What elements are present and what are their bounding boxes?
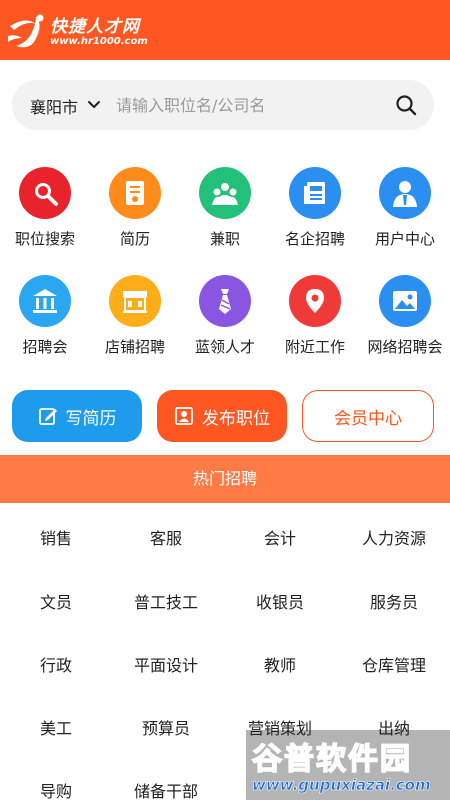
storefront-icon — [109, 275, 161, 327]
document-icon — [109, 167, 161, 219]
job-tag[interactable]: 预算员 — [110, 715, 222, 739]
watermark-url: www.gupuxiazai.com — [252, 776, 431, 795]
grid-item-blue-collar[interactable]: 蓝领人才 — [180, 258, 270, 358]
grid-item-shop-recruit[interactable]: 店铺招聘 — [90, 258, 180, 358]
job-tag[interactable]: 会计 — [224, 525, 336, 549]
magnifier-icon — [19, 167, 71, 219]
image-icon — [379, 275, 431, 327]
grid-item-label: 名企招聘 — [284, 230, 345, 248]
hot-jobs-header: 热门招聘 — [0, 455, 450, 503]
job-tag[interactable]: 行政 — [0, 652, 112, 676]
grid-item-label: 兼职 — [209, 230, 240, 248]
grid-item-label: 店铺招聘 — [104, 338, 165, 356]
job-tag[interactable]: 文员 — [0, 589, 112, 613]
job-tag[interactable]: 储备干部 — [110, 778, 222, 800]
grid-item-job-search[interactable]: 职位搜索 — [0, 150, 90, 250]
write-resume-button[interactable]: 写简历 — [12, 390, 142, 442]
grid-item-user-center[interactable]: 用户中心 — [360, 150, 450, 250]
grid-item-part-time[interactable]: 兼职 — [180, 150, 270, 250]
grid-item-nearby-jobs[interactable]: 附近工作 — [270, 258, 360, 358]
member-center-button[interactable]: 会员中心 — [302, 390, 434, 442]
job-tag[interactable]: 平面设计 — [110, 652, 222, 676]
job-tag[interactable]: 教师 — [224, 652, 336, 676]
grid-item-label: 简历 — [119, 230, 150, 248]
edit-icon — [38, 408, 57, 425]
city-selector[interactable]: 襄阳市 — [30, 94, 78, 118]
search-input[interactable] — [116, 91, 386, 119]
building-icon — [19, 275, 71, 327]
location-pin-icon — [289, 275, 341, 327]
grid-item-label: 附近工作 — [284, 338, 345, 356]
job-tag[interactable]: 收银员 — [224, 589, 336, 613]
newspaper-icon — [289, 167, 341, 219]
post-job-label: 发布职位 — [202, 408, 270, 429]
job-tag[interactable]: 客服 — [110, 525, 222, 549]
app-header: 快捷人才网 www.hr1000.com — [0, 0, 450, 60]
job-tag[interactable]: 仓库管理 — [338, 652, 450, 676]
job-tag[interactable]: 销售 — [0, 525, 112, 549]
grid-item-label: 用户中心 — [374, 230, 435, 248]
logo-icon — [8, 14, 44, 48]
tie-icon — [199, 275, 251, 327]
id-card-icon — [175, 407, 193, 425]
grid-item-label: 网络招聘会 — [367, 338, 443, 356]
search-area: 襄阳市 — [0, 60, 450, 150]
search-bar: 襄阳市 — [12, 80, 434, 130]
grid-item-label: 蓝领人才 — [194, 338, 255, 356]
action-buttons: 写简历 发布职位 会员中心 — [0, 380, 450, 455]
member-center-label: 会员中心 — [334, 408, 402, 429]
job-tag[interactable]: 导购 — [0, 778, 112, 800]
grid-item-online-job-fair[interactable]: 网络招聘会 — [360, 258, 450, 358]
watermark: 谷普软件园 www.gupuxiazai.com — [246, 730, 450, 800]
write-resume-label: 写简历 — [65, 408, 117, 429]
feature-grid: 职位搜索 简历 兼职 名企招聘 用户中心 招聘会 店铺招聘 蓝领人才 附近工作 … — [0, 150, 450, 380]
grid-item-job-fair[interactable]: 招聘会 — [0, 258, 90, 358]
grid-item-label: 招聘会 — [22, 338, 68, 356]
watermark-title: 谷普软件园 — [251, 741, 412, 778]
grid-item-label: 职位搜索 — [14, 230, 75, 248]
post-job-button[interactable]: 发布职位 — [157, 390, 287, 442]
grid-item-resume[interactable]: 简历 — [90, 150, 180, 250]
logo-title: 快捷人才网 — [50, 17, 140, 37]
job-tag[interactable]: 普工技工 — [110, 589, 222, 613]
group-icon — [199, 167, 251, 219]
grid-item-famous-companies[interactable]: 名企招聘 — [270, 150, 360, 250]
user-icon — [379, 167, 431, 219]
search-icon[interactable] — [395, 94, 417, 116]
job-tag[interactable]: 人力资源 — [338, 525, 450, 549]
job-tag[interactable]: 服务员 — [338, 589, 450, 613]
chevron-down-icon[interactable] — [86, 97, 102, 113]
logo-url: www.hr1000.com — [50, 36, 148, 47]
job-tag[interactable]: 美工 — [0, 715, 112, 739]
